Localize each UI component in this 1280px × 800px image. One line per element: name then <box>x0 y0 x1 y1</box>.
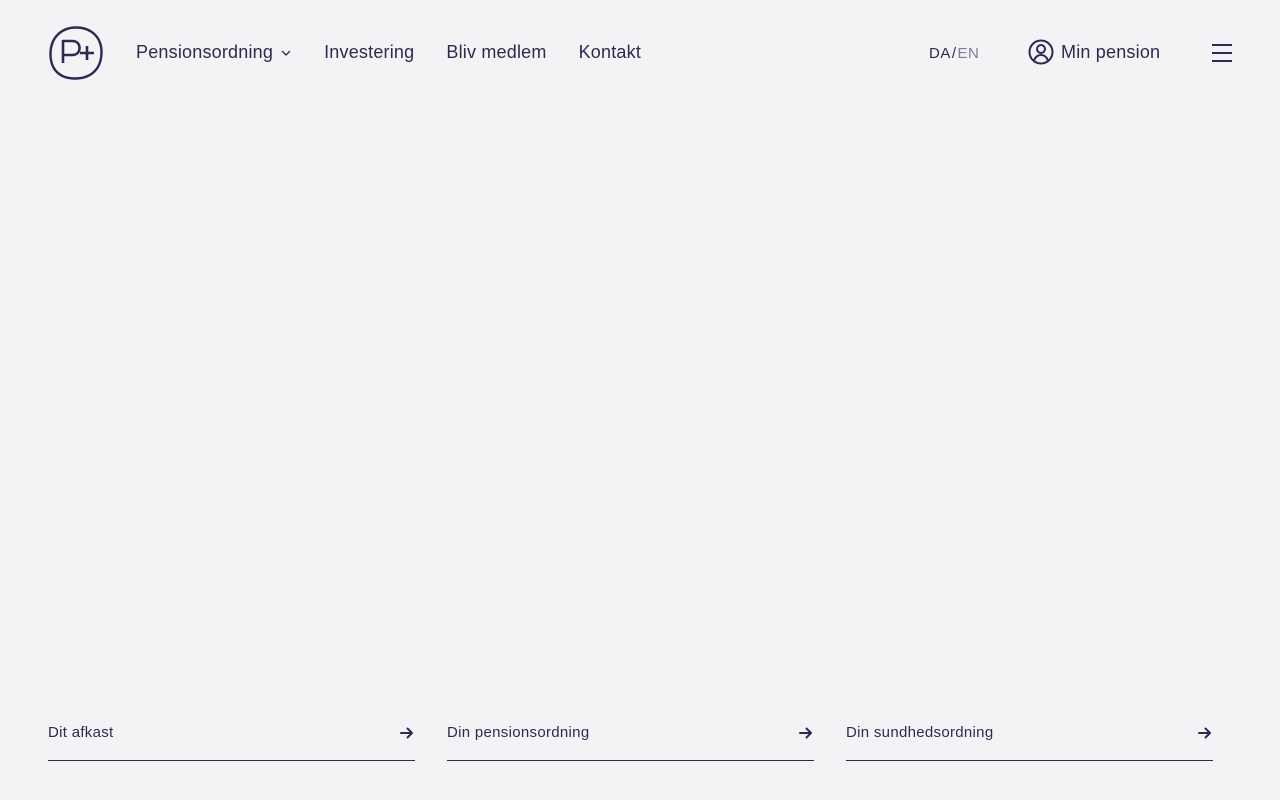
nav-item-label: Bliv medlem <box>446 41 547 62</box>
hamburger-icon <box>1210 42 1234 64</box>
arrow-right-icon <box>798 725 814 741</box>
nav-item-label: Investering <box>324 41 415 62</box>
arrow-right-icon <box>399 725 415 741</box>
quicklink-dit-afkast[interactable]: Dit afkast <box>48 712 415 761</box>
language-en-link[interactable]: EN <box>958 45 980 62</box>
quicklinks: Dit afkast Din pensionsordning Din sundh… <box>48 712 1213 762</box>
quicklink-label: Din pensionsordning <box>447 724 590 741</box>
logo-link[interactable] <box>48 25 104 81</box>
language-separator: / <box>951 44 957 62</box>
nav-item-kontakt[interactable]: Kontakt <box>579 42 641 63</box>
nav-item-bliv-medlem[interactable]: Bliv medlem <box>446 42 546 63</box>
min-pension-label: Min pension <box>1061 41 1161 62</box>
language-switcher: DA / EN <box>929 44 979 62</box>
site-header: Pensionsordning Investering Bliv medlem … <box>0 0 1280 104</box>
chevron-down-icon <box>280 47 292 59</box>
menu-button[interactable] <box>1210 42 1234 64</box>
nav-item-pensionsordning[interactable]: Pensionsordning <box>136 42 292 63</box>
nav-item-label: Kontakt <box>578 41 642 62</box>
user-circle-icon <box>1028 39 1054 65</box>
arrow-right-icon <box>1197 725 1213 741</box>
nav-item-label: Pensionsordning <box>136 41 274 62</box>
quicklink-label: Din sundhedsordning <box>846 724 994 741</box>
pplus-logo-icon <box>48 25 104 81</box>
quicklink-din-pensionsordning[interactable]: Din pensionsordning <box>447 712 814 761</box>
language-da-link[interactable]: DA <box>929 45 951 62</box>
quicklink-label: Dit afkast <box>48 724 114 741</box>
min-pension-login-link[interactable]: Min pension <box>1028 38 1160 66</box>
quicklink-din-sundhedsordning[interactable]: Din sundhedsordning <box>846 712 1213 761</box>
nav-item-investering[interactable]: Investering <box>324 42 414 63</box>
main-nav: Pensionsordning Investering Bliv medlem … <box>136 40 673 64</box>
